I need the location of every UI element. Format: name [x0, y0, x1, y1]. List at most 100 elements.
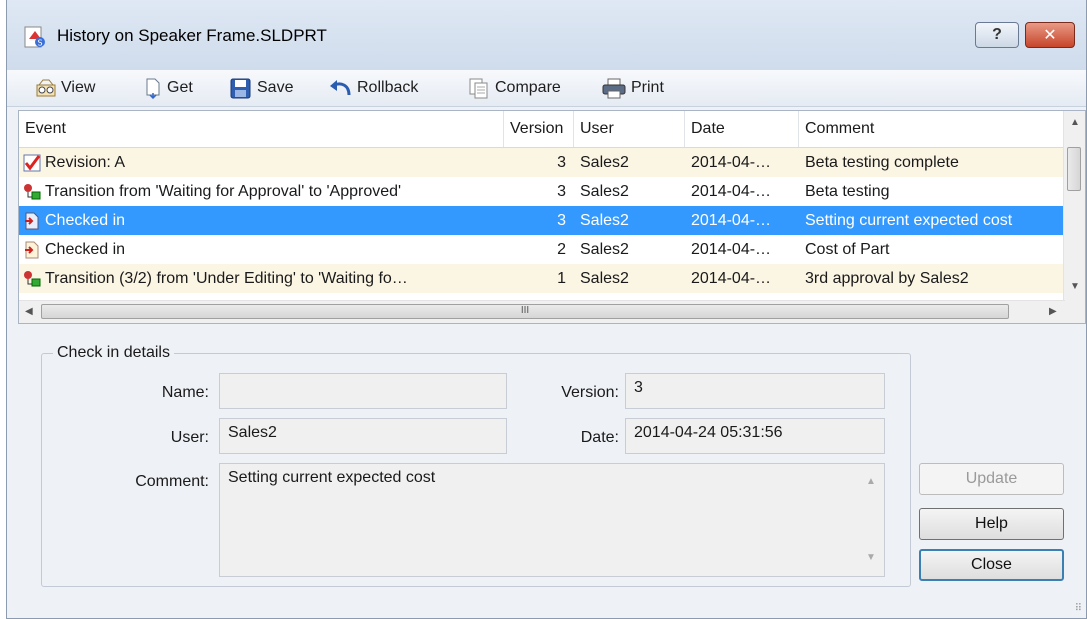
window-title: History on Speaker Frame.SLDPRT [57, 26, 327, 45]
date-cell: 2014-04-… [691, 154, 772, 171]
comment-cell: Beta testing complete [805, 154, 959, 171]
scroll-down-icon[interactable]: ▼ [1070, 281, 1080, 292]
event-cell: Checked in [45, 241, 126, 258]
close-icon: ✕ [1043, 27, 1057, 44]
comment-scroll-down-icon[interactable]: ▼ [866, 552, 876, 563]
table-row[interactable]: Revision: A 3 Sales2 2014-04-… Beta test… [19, 148, 1065, 177]
printer-icon [602, 78, 626, 99]
comment-cell: Setting current expected cost [805, 212, 1013, 229]
date-cell: 2014-04-… [691, 212, 772, 229]
vertical-scroll-thumb[interactable] [1067, 147, 1081, 191]
event-cell: Checked in [45, 212, 126, 229]
transition-icon [24, 271, 41, 287]
column-header-user[interactable]: User [574, 111, 685, 147]
save-label: Save [257, 79, 294, 96]
compare-button[interactable]: Compare [467, 74, 561, 102]
close-label: Close [971, 556, 1012, 573]
help-button[interactable]: Help [919, 508, 1064, 540]
event-cell: Transition (3/2) from 'Under Editing' to… [45, 270, 408, 287]
version-cell: 3 [557, 154, 566, 171]
checked-in-icon [25, 241, 39, 259]
rollback-label: Rollback [357, 79, 419, 96]
view-label: View [61, 79, 96, 96]
question-icon: ? [992, 26, 1002, 43]
resize-grip-icon[interactable]: ⠿ [1075, 603, 1082, 614]
checked-in-icon [25, 212, 39, 230]
scroll-corner [1064, 301, 1085, 323]
rollback-arrow-icon [330, 80, 351, 96]
event-cell: Revision: A [45, 154, 126, 171]
toolbar: View Get Save Rollback Compare Print [7, 70, 1086, 107]
date-field[interactable]: 2014-04-24 05:31:56 [625, 418, 885, 454]
date-cell: 2014-04-… [691, 241, 772, 258]
update-button[interactable]: Update [919, 463, 1064, 495]
comment-label: Comment: [135, 473, 209, 490]
svg-text:S: S [38, 39, 43, 48]
version-label: Version: [561, 384, 619, 401]
version-cell: 3 [557, 183, 566, 200]
history-table[interactable]: Event Version User Date Comment Revision… [18, 110, 1086, 324]
comment-cell: 3rd approval by Sales2 [805, 270, 969, 287]
version-cell: 1 [557, 270, 566, 287]
column-header-comment[interactable]: Comment [799, 111, 1065, 147]
horizontal-scroll-thumb[interactable]: III [41, 304, 1009, 319]
revision-check-icon [23, 154, 41, 172]
title-bar[interactable]: S History on Speaker Frame.SLDPRT ? ✕ [7, 0, 1086, 70]
help-title-button[interactable]: ? [975, 22, 1019, 48]
print-label: Print [631, 79, 664, 96]
table-row-selected[interactable]: Checked in 3 Sales2 2014-04-… Setting cu… [19, 206, 1065, 235]
help-label: Help [975, 515, 1008, 532]
view-button[interactable]: View [35, 74, 95, 102]
user-cell: Sales2 [580, 212, 629, 229]
user-cell: Sales2 [580, 183, 629, 200]
print-button[interactable]: Print [601, 74, 664, 102]
table-row[interactable]: Transition (3/2) from 'Under Editing' to… [19, 264, 1065, 293]
transition-icon [24, 184, 41, 200]
comment-cell: Beta testing [805, 183, 890, 200]
column-header-event[interactable]: Event [19, 111, 504, 147]
get-label: Get [167, 79, 193, 96]
scroll-up-icon[interactable]: ▲ [1070, 117, 1080, 128]
table-header: Event Version User Date Comment [19, 111, 1065, 148]
scroll-right-icon[interactable]: ▶ [1049, 306, 1057, 317]
save-button[interactable]: Save [229, 74, 293, 102]
user-cell: Sales2 [580, 241, 629, 258]
version-field[interactable]: 3 [625, 373, 885, 409]
comment-scroll-up-icon[interactable]: ▲ [866, 476, 876, 487]
group-title: Check in details [53, 344, 174, 362]
column-header-version[interactable]: Version [504, 111, 574, 147]
rollback-button[interactable]: Rollback [327, 74, 418, 102]
user-label: User: [170, 429, 209, 446]
scroll-grip: III [520, 305, 530, 316]
table-row[interactable]: Transition from 'Waiting for Approval' t… [19, 177, 1065, 206]
update-label: Update [965, 470, 1018, 487]
comment-field[interactable]: Setting current expected cost ▲ ▼ [219, 463, 885, 577]
vertical-scrollbar[interactable]: ▲ ▼ [1063, 111, 1085, 301]
user-field[interactable]: Sales2 [219, 418, 507, 454]
user-cell: Sales2 [580, 270, 629, 287]
close-title-button[interactable]: ✕ [1025, 22, 1075, 48]
comment-cell: Cost of Part [805, 241, 890, 258]
comment-text: Setting current expected cost [228, 469, 436, 486]
column-header-date[interactable]: Date [685, 111, 799, 147]
date-cell: 2014-04-… [691, 183, 772, 200]
event-cell: Transition from 'Waiting for Approval' t… [45, 183, 402, 200]
horizontal-scrollbar[interactable]: ◀ III ▶ [19, 300, 1065, 323]
version-cell: 3 [557, 212, 566, 229]
user-cell: Sales2 [580, 154, 629, 171]
scroll-left-icon[interactable]: ◀ [25, 306, 33, 317]
date-cell: 2014-04-… [691, 270, 772, 287]
compare-icon [469, 78, 488, 99]
compare-label: Compare [495, 79, 561, 96]
history-app-icon: S [24, 26, 45, 48]
save-disk-icon [230, 78, 251, 99]
get-document-icon [146, 78, 160, 99]
close-button[interactable]: Close [919, 549, 1064, 581]
history-dialog: S History on Speaker Frame.SLDPRT ? ✕ Vi… [6, 0, 1087, 619]
version-cell: 2 [557, 241, 566, 258]
table-row[interactable]: Checked in 2 Sales2 2014-04-… Cost of Pa… [19, 235, 1065, 264]
get-button[interactable]: Get [143, 74, 193, 102]
date-label: Date: [580, 429, 619, 446]
name-label: Name: [161, 384, 209, 401]
name-field[interactable] [219, 373, 507, 409]
